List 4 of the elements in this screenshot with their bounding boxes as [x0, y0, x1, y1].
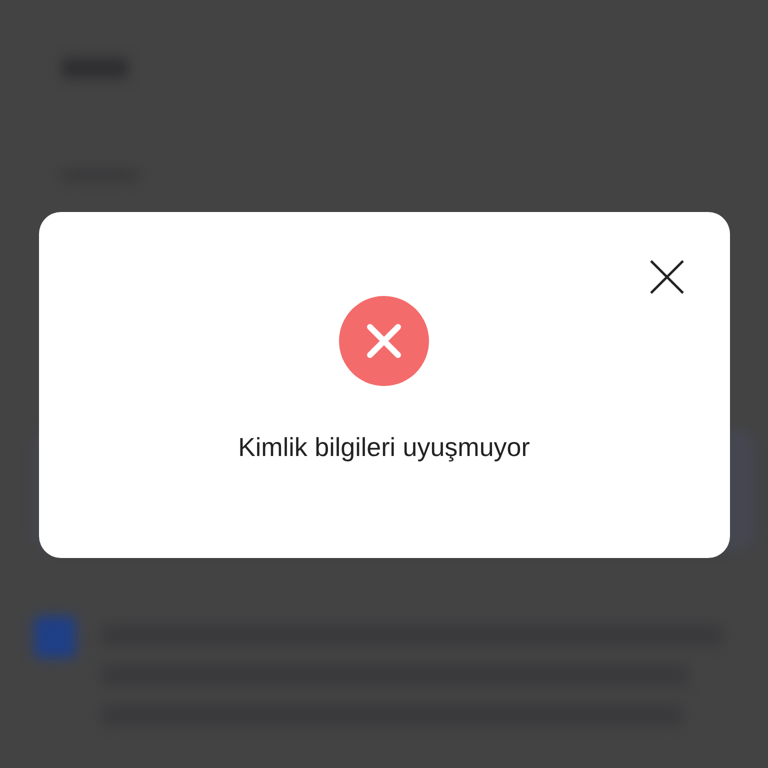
close-button[interactable] — [648, 258, 686, 296]
blurred-square — [34, 616, 76, 658]
close-icon — [648, 259, 684, 295]
error-message: Kimlik bilgileri uyuşmuyor — [238, 432, 530, 463]
